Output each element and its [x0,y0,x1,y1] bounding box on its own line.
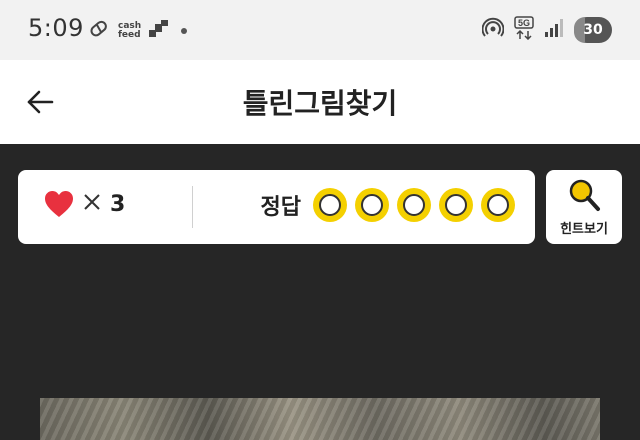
signal-icon [544,18,564,42]
5g-icon: 5G [514,16,534,44]
status-bar: 5:09 cash feed 5G 30 [0,0,640,60]
heart-icon [45,191,73,217]
svg-text:5G: 5G [518,18,530,28]
answer-slot [439,188,473,222]
status-panel: 3 정답 [18,170,535,244]
stairs-icon [149,20,169,42]
answer-area: 정답 [261,188,515,222]
status-icons-left: cash feed [88,18,188,44]
link-icon [88,18,110,44]
battery-indicator: 30 [574,17,612,43]
answer-slot [313,188,347,222]
multiply-sign [82,192,102,216]
status-icons-right: 5G 30 [481,16,612,44]
lives-count: 3 [110,191,126,217]
game-area: 3 정답 힌트보기 [0,144,640,440]
hotspot-icon [481,17,505,43]
lives-indicator: 3 [44,190,125,218]
cashfeed-logo: cash feed [118,22,141,40]
magnifier-icon [569,179,600,211]
panel-divider [192,186,193,228]
page-title: 틀린그림찾기 [242,87,398,120]
answer-slot [397,188,431,222]
answer-label: 정답 [260,195,301,220]
answer-slot [355,188,389,222]
app-header: 틀린그림찾기 [0,60,640,144]
cashfeed-text: cash feed [118,21,142,40]
notification-dot-icon [181,28,188,34]
answer-slot [481,188,515,222]
hint-button[interactable]: 힌트보기 [546,170,622,244]
hint-label: 힌트보기 [560,221,608,237]
puzzle-image[interactable] [40,398,600,440]
status-time: 5:09 [28,14,84,42]
battery-level: 30 [583,22,603,38]
